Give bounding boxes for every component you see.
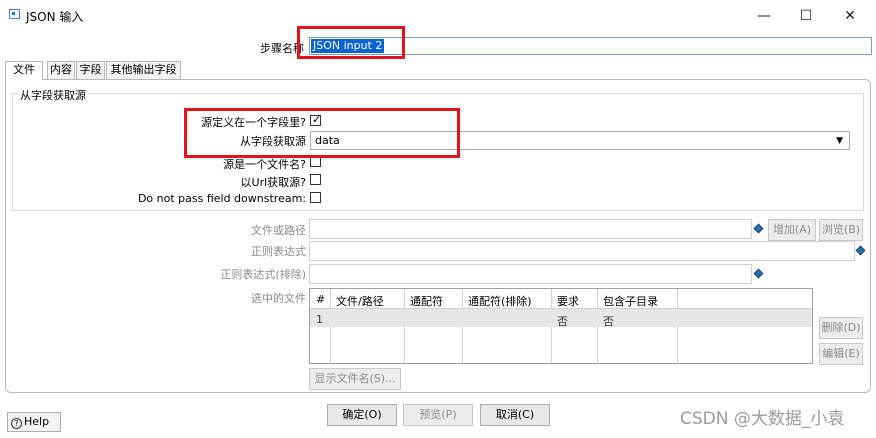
highlight-box-source	[184, 108, 460, 158]
do-not-pass-checkbox[interactable]	[310, 192, 321, 203]
tab-content[interactable]: 内容	[47, 61, 75, 79]
regex-exclude-label: 正则表达式(排除)	[220, 268, 306, 281]
chevron-down-icon[interactable]: ▼	[836, 132, 843, 150]
table-header-cell[interactable]: 要求	[557, 293, 579, 309]
help-button[interactable]: ? Help	[7, 412, 61, 432]
edit-button[interactable]: 编辑(E)	[819, 343, 863, 365]
regex-input[interactable]	[309, 241, 855, 261]
watermark: CSDN @大数据_小袁	[680, 409, 845, 429]
table-header-cell[interactable]: 文件/路径	[336, 293, 384, 309]
minimize-icon[interactable]: —	[754, 6, 774, 26]
title-bar	[0, 0, 876, 32]
table-header-cell[interactable]: 通配符	[410, 293, 443, 309]
do-not-pass-label: Do not pass field downstream:	[137, 192, 306, 205]
regex-label: 正则表达式	[251, 245, 306, 258]
highlight-box-step-name	[297, 26, 405, 59]
file-path-label: 文件或路径	[251, 224, 306, 237]
from-url-label: 以Url获取源?	[240, 176, 306, 189]
tab-additional-output-fields[interactable]: 其他输出字段	[106, 61, 181, 79]
help-icon: ?	[11, 418, 22, 429]
table-cell: 1	[316, 313, 323, 326]
window-title: JSON 输入	[26, 10, 84, 24]
table-header-cell[interactable]: 包含子目录	[603, 293, 658, 309]
maximize-icon[interactable]: ☐	[796, 6, 816, 26]
add-button[interactable]: 增加(A)	[768, 219, 816, 241]
table-cell[interactable]: 否	[557, 313, 568, 329]
app-icon	[9, 9, 20, 19]
tab-file[interactable]: 文件	[5, 61, 43, 80]
step-name-label: 步骤名称	[260, 42, 304, 55]
from-url-checkbox[interactable]	[310, 174, 321, 185]
close-icon[interactable]: ✕	[840, 6, 860, 26]
browse-button[interactable]: 浏览(B)	[819, 219, 863, 241]
preview-button[interactable]: 预览(P)	[403, 404, 473, 426]
source-group-title: 从字段获取源	[18, 87, 88, 103]
cancel-button[interactable]: 取消(C)	[480, 404, 550, 426]
table-header-cell[interactable]: 通配符(排除)	[468, 293, 532, 309]
show-filenames-button[interactable]: 显示文件名(S)...	[309, 368, 401, 390]
regex-exclude-input[interactable]	[309, 264, 752, 284]
selected-files-table[interactable]: # 文件/路径 通配符 通配符(排除) 要求 包含子目录 1 否 否	[309, 288, 813, 364]
table-header-cell[interactable]: #	[316, 293, 325, 306]
is-filename-label: 源是一个文件名?	[223, 158, 306, 171]
help-label: Help	[24, 415, 50, 428]
delete-button[interactable]: 删除(D)	[819, 317, 863, 339]
tab-fields[interactable]: 字段	[76, 61, 105, 79]
file-path-input[interactable]	[309, 219, 752, 239]
table-cell[interactable]: 否	[603, 313, 614, 329]
ok-button[interactable]: 确定(O)	[327, 404, 397, 426]
selected-files-label: 选中的文件	[251, 292, 306, 305]
